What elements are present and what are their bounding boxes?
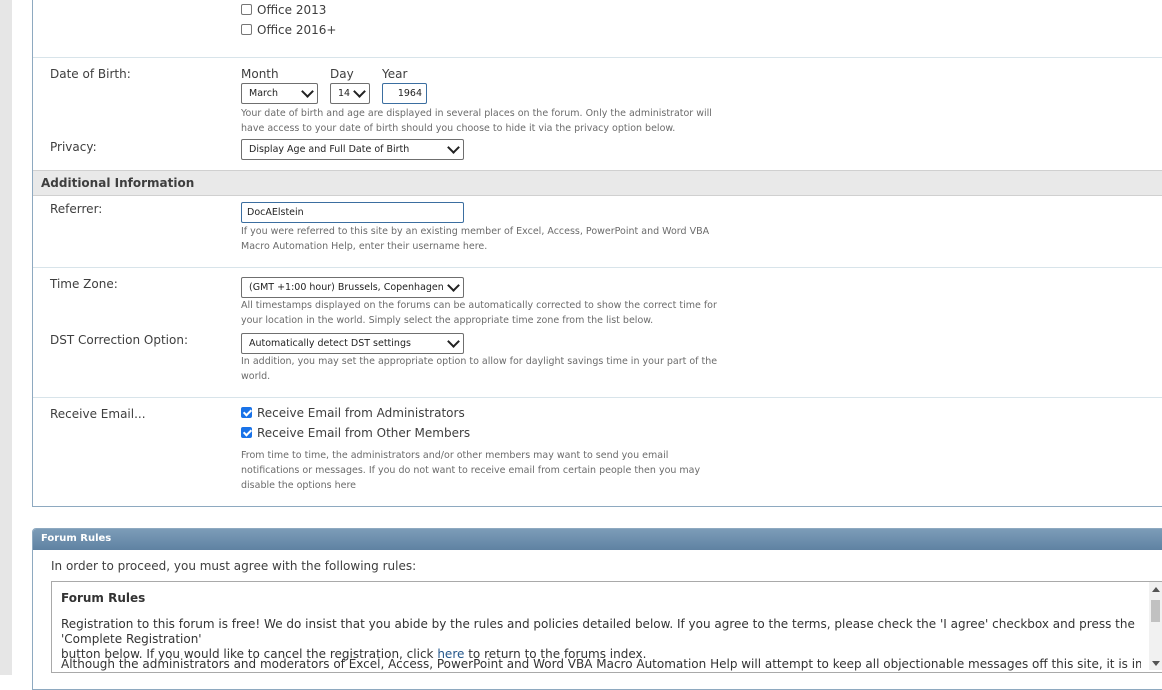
divider	[33, 397, 1162, 398]
referrer-input[interactable]: DocAElstein	[241, 202, 464, 223]
forum-rules-titlebar: Forum Rules	[33, 529, 1162, 550]
vertical-scrollbar[interactable]	[1149, 582, 1162, 670]
receive-email-label: Receive Email...	[50, 407, 146, 421]
email-help-line: From time to time, the administrators an…	[241, 450, 669, 461]
forum-rules-paragraph: Registration to this forum is free! We d…	[61, 617, 1141, 662]
chevron-down-icon	[447, 141, 460, 154]
email-admins-checkbox[interactable]	[241, 407, 252, 418]
email-help: From time to time, the administrators an…	[241, 448, 700, 493]
day-value: 14	[338, 88, 351, 99]
chevron-down-icon	[353, 85, 366, 98]
day-label: Day	[330, 67, 354, 81]
office-2016-label: Office 2016+	[257, 23, 337, 37]
month-select[interactable]: March	[241, 83, 318, 104]
privacy-value: Display Age and Full Date of Birth	[249, 144, 410, 155]
year-input[interactable]: 1964	[382, 83, 427, 104]
referrer-value: DocAElstein	[247, 207, 304, 218]
dst-help-line: In addition, you may set the appropriate…	[241, 356, 718, 367]
office-2013-label: Office 2013	[257, 3, 327, 17]
dob-label: Date of Birth:	[50, 67, 131, 81]
chevron-down-icon	[447, 279, 460, 292]
year-value: 1964	[397, 88, 422, 99]
email-help-line: disable the options here	[241, 480, 357, 491]
forum-rules-bar-title: Forum Rules	[41, 533, 112, 544]
email-admins-label: Receive Email from Administrators	[257, 406, 465, 420]
privacy-label: Privacy:	[50, 140, 97, 154]
forum-rules-textbox[interactable]: Forum Rules Registration to this forum i…	[51, 581, 1162, 673]
day-select[interactable]: 14	[330, 83, 370, 104]
rules-text-line: Registration to this forum is free! We d…	[61, 617, 1135, 646]
dst-help-line: world.	[241, 371, 271, 382]
section-title: Additional Information	[41, 176, 195, 190]
timezone-value: (GMT +1:00 hour) Brussels, Copenhagen, M	[249, 282, 444, 293]
email-members-checkbox[interactable]	[241, 427, 252, 438]
chevron-down-icon	[447, 335, 460, 348]
scroll-up-icon[interactable]	[1152, 587, 1160, 592]
timezone-help: All timestamps displayed on the forums c…	[241, 298, 717, 328]
privacy-select[interactable]: Display Age and Full Date of Birth	[241, 139, 464, 160]
dst-help: In addition, you may set the appropriate…	[241, 354, 717, 384]
forum-rules-box-title: Forum Rules	[61, 591, 146, 605]
scroll-thumb[interactable]	[1151, 600, 1160, 622]
dob-help-line: Your date of birth and age are displayed…	[241, 108, 712, 119]
referrer-help-line: Macro Automation Help, enter their usern…	[241, 241, 488, 252]
scroll-down-icon[interactable]	[1152, 661, 1160, 666]
year-label: Year	[382, 67, 408, 81]
dob-help: Your date of birth and age are displayed…	[241, 106, 712, 136]
dob-help-line: have access to your date of birth should…	[241, 123, 676, 134]
forum-rules-intro: In order to proceed, you must agree with…	[51, 559, 417, 573]
dst-label: DST Correction Option:	[50, 333, 188, 347]
section-header-additional-information: Additional Information	[33, 170, 1162, 196]
timezone-label: Time Zone:	[50, 277, 118, 291]
email-members-label: Receive Email from Other Members	[257, 426, 471, 440]
office-2016-checkbox[interactable]	[241, 24, 252, 35]
timezone-help-line: All timestamps displayed on the forums c…	[241, 300, 717, 311]
referrer-help: If you were referred to this site by an …	[241, 224, 709, 254]
timezone-help-line: your location in the world. Simply selec…	[241, 315, 654, 326]
dst-value: Automatically detect DST settings	[249, 338, 411, 349]
divider	[33, 57, 1162, 58]
month-label: Month	[241, 67, 279, 81]
office-2013-checkbox[interactable]	[241, 4, 252, 15]
dst-select[interactable]: Automatically detect DST settings	[241, 333, 464, 354]
chevron-down-icon	[301, 85, 314, 98]
timezone-select[interactable]: (GMT +1:00 hour) Brussels, Copenhagen, M	[241, 277, 464, 298]
email-help-line: notifications or messages. If you do not…	[241, 465, 701, 476]
page-gutter	[0, 0, 12, 675]
referrer-help-line: If you were referred to this site by an …	[241, 226, 710, 237]
forum-rules-paragraph-2: Although the administrators and moderato…	[61, 657, 1141, 671]
month-value: March	[249, 88, 278, 99]
referrer-label: Referrer:	[50, 202, 103, 216]
divider	[33, 267, 1162, 268]
